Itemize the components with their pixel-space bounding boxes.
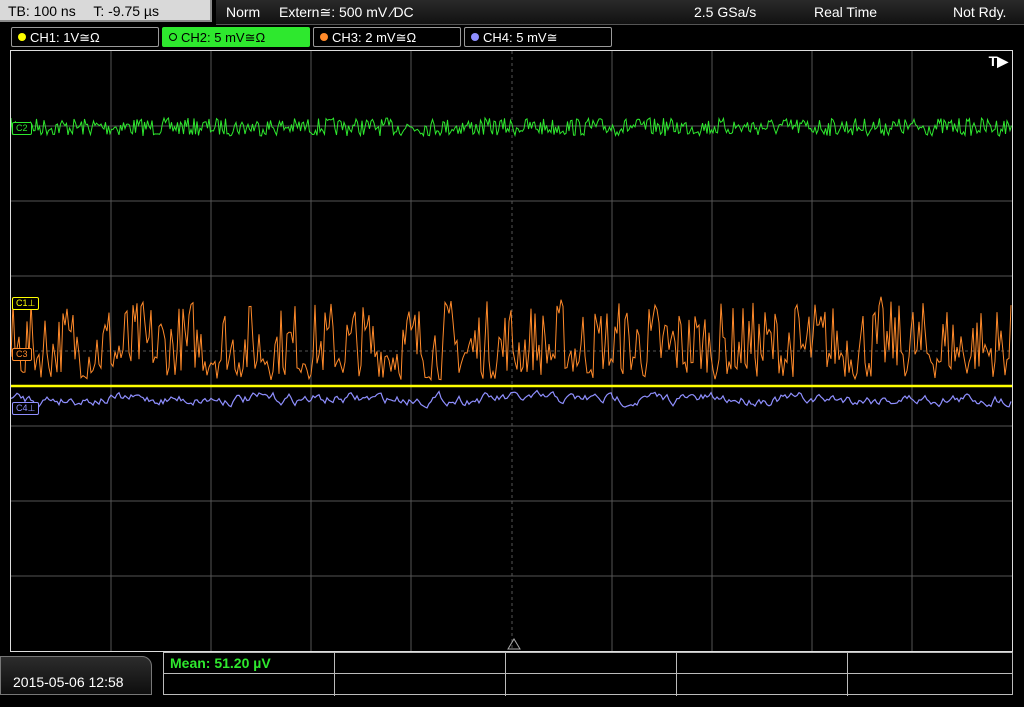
channel-1-label: CH1: 1V≅Ω [30, 30, 100, 45]
mean-measurement: Mean: 51.20 µV [170, 655, 271, 671]
channel-1-offset-marker[interactable]: C1⊥ [12, 297, 40, 310]
channel-1-dot-icon [18, 33, 26, 41]
waveform-canvas [11, 51, 1012, 651]
channel-bar: CH1: 1V≅Ω CH2: 5 mV≅Ω CH3: 2 mV≅Ω CH4: 5… [0, 25, 1024, 49]
channel-4-offset-marker[interactable]: C4⊥ [12, 402, 40, 415]
channel-2-offset-marker[interactable]: C2 [12, 122, 32, 135]
channel-4-label: CH4: 5 mV≅ [483, 30, 558, 45]
channel-2-trace [11, 116, 1012, 138]
measurement-panel[interactable]: Mean: 51.20 µV [163, 652, 1013, 696]
channel-4-trace [11, 389, 1012, 409]
channel-2-dot-icon [169, 33, 177, 41]
measurement-divider [847, 653, 848, 696]
trigger-status-panel[interactable]: Norm Extern≅: 500 mV ⁄DC 2.5 GSa/s Real … [216, 0, 1024, 25]
channel-4-dot-icon [471, 33, 479, 41]
timebase-panel[interactable]: TB: 100 ns T: -9.75 µs [0, 0, 212, 22]
trigger-position-arrow-icon [507, 638, 521, 650]
sample-rate: 2.5 GSa/s [694, 4, 757, 20]
acquisition-status: Not Rdy. [953, 4, 1007, 20]
trigger-mode: Norm [226, 4, 261, 20]
channel-2-tab[interactable]: CH2: 5 mV≅Ω [162, 27, 310, 47]
channel-1-tab[interactable]: CH1: 1V≅Ω [11, 27, 159, 47]
timebase-value: TB: 100 ns [8, 3, 76, 19]
top-status-bar: TB: 100 ns T: -9.75 µs Norm Extern≅: 500… [0, 0, 1024, 25]
channel-3-dot-icon [320, 33, 328, 41]
date-time-display: 2015-05-06 12:58 [0, 656, 152, 695]
channel-3-tab[interactable]: CH3: 2 mV≅Ω [313, 27, 461, 47]
channel-3-trace [11, 296, 1012, 382]
channel-2-label: CH2: 5 mV≅Ω [181, 30, 266, 45]
waveform-display[interactable]: T▶ C2 C1⊥ C3 C4⊥ [10, 50, 1013, 652]
channel-3-offset-marker[interactable]: C3 [12, 348, 32, 361]
measurement-divider [334, 653, 335, 696]
trigger-source: Extern≅: 500 mV ⁄DC [279, 4, 414, 20]
bottom-bar: 2015-05-06 12:58 Mean: 51.20 µV [0, 652, 1024, 696]
trigger-position-value: T: -9.75 µs [93, 3, 159, 19]
measurement-divider [676, 653, 677, 696]
channel-4-tab[interactable]: CH4: 5 mV≅ [464, 27, 612, 47]
acquisition-mode: Real Time [814, 4, 878, 20]
channel-3-label: CH3: 2 mV≅Ω [332, 30, 417, 45]
measurement-divider [164, 673, 1012, 674]
graticule-grid [11, 51, 1012, 651]
date-time-value: 2015-05-06 12:58 [13, 674, 124, 690]
measurement-divider [505, 653, 506, 696]
trigger-marker-icon[interactable]: T▶ [989, 53, 1008, 70]
